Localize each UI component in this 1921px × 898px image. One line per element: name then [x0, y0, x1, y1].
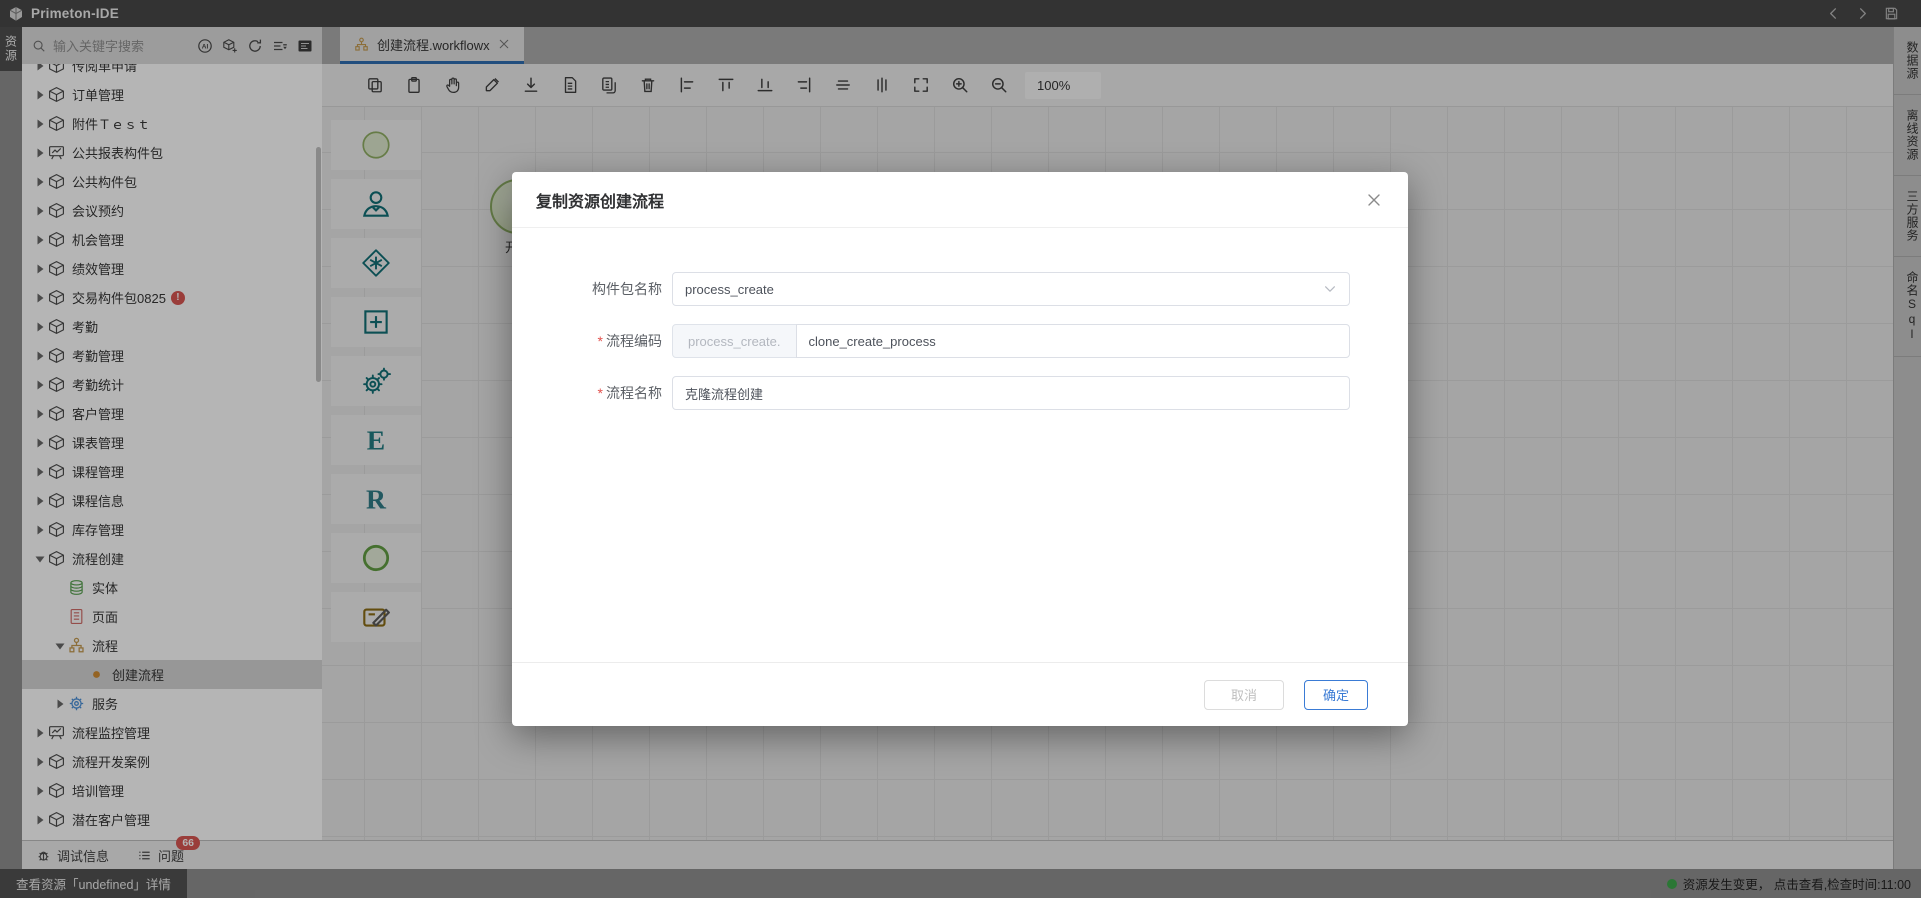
- process-name-field[interactable]: 克隆流程创建: [672, 376, 1350, 410]
- process-code-field[interactable]: clone_create_process: [796, 324, 1351, 358]
- copy-process-dialog: 复制资源创建流程 构件包名称 process_create *流程编码: [512, 172, 1408, 726]
- chevron-down-icon[interactable]: [1323, 282, 1337, 296]
- required-asterisk: *: [598, 385, 603, 401]
- field-value: 克隆流程创建: [685, 384, 763, 403]
- field-label: 构件包名称: [568, 279, 672, 299]
- dialog-body: 构件包名称 process_create *流程编码 process_creat…: [512, 228, 1408, 662]
- confirm-button[interactable]: 确定: [1304, 680, 1368, 710]
- form-row: 构件包名称 process_create: [568, 272, 1350, 306]
- dialog-header: 复制资源创建流程: [512, 172, 1408, 228]
- form-row: *流程名称 克隆流程创建: [568, 376, 1350, 410]
- field-label: *流程名称: [568, 383, 672, 403]
- required-asterisk: *: [598, 333, 603, 349]
- dialog-close-button[interactable]: [1366, 191, 1384, 209]
- cancel-button[interactable]: 取消: [1204, 680, 1284, 710]
- app-window: Primeton-IDE 资源 输入关键字搜索 传阅单申请: [0, 0, 1921, 898]
- dialog-footer: 取消 确定: [512, 662, 1408, 726]
- close-icon: [1366, 192, 1382, 208]
- field-value: process_create: [685, 282, 774, 297]
- form-row: *流程编码 process_create. clone_create_proce…: [568, 324, 1350, 358]
- code-prefix-box: process_create.: [672, 324, 797, 358]
- field-value: clone_create_process: [809, 334, 936, 349]
- dialog-title: 复制资源创建流程: [536, 188, 664, 212]
- field-label: *流程编码: [568, 331, 672, 351]
- package-name-field[interactable]: process_create: [672, 272, 1350, 306]
